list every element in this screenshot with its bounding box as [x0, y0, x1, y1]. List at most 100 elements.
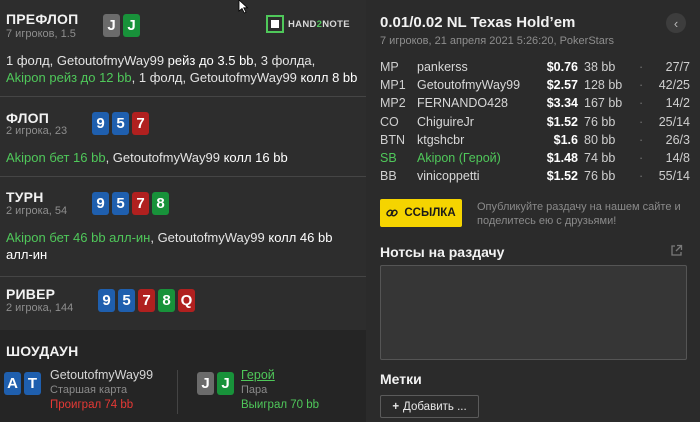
separator: ·: [639, 96, 644, 111]
street-sub: 2 игрока, 54: [6, 205, 68, 217]
player-position: BB: [380, 169, 397, 184]
card: 5: [112, 112, 129, 135]
player-row[interactable]: BTN ktgshcbr $1.6 80 bb · 26/3: [380, 131, 690, 149]
hero-result: Выиграл 70 bb: [241, 399, 320, 411]
hand2note-logo: HAND2NOTE: [266, 15, 350, 33]
board-cards: 9 5 7 8: [92, 192, 169, 215]
card: A: [4, 372, 21, 395]
tags-title: Метки: [380, 371, 422, 387]
player-row[interactable]: SB Akipon (Герой) $1.48 74 bb · 14/8: [380, 149, 690, 167]
street-title: ФЛОП: [6, 110, 49, 126]
street-sub: 2 игрока, 144: [6, 302, 74, 314]
link-icon: [386, 209, 399, 217]
action-text: колл 8 bb: [300, 70, 358, 85]
action-text: , GetoutofmyWay99: [105, 150, 224, 165]
board-cards: 9 5 7: [92, 112, 149, 135]
player-row[interactable]: MP2 FERNANDO428 $3.34 167 bb · 14/2: [380, 94, 690, 112]
street-preflop: ПРЕФЛОП 7 игроков, 1.5 J J HAND2NOTE 1 ф…: [0, 0, 366, 97]
add-tag-button[interactable]: + Добавить ...: [380, 395, 479, 418]
player-stats: 14/2: [665, 96, 690, 111]
separator: ·: [639, 114, 644, 129]
showdown-section: ШОУДАУН A T GetoutofmyWay99 Старшая карт…: [0, 330, 366, 422]
hero-action: Akipon бет 46 bb алл-ин: [6, 230, 151, 245]
player-position: CO: [380, 114, 399, 129]
street-title: ПРЕФЛОП: [6, 11, 79, 27]
player-stack: $1.6: [553, 132, 578, 147]
separator: ·: [639, 132, 644, 147]
street-action: Akipon бет 16 bb, GetoutofmyWay99 колл 1…: [6, 149, 358, 166]
notes-textarea[interactable]: [380, 265, 687, 360]
card: J: [103, 14, 120, 37]
card: 8: [152, 192, 169, 215]
player-row[interactable]: BB vinicoppetti $1.52 76 bb · 55/14: [380, 167, 690, 185]
street-sub: 2 игрока, 23: [6, 125, 68, 137]
player-stack-bb: 76 bb: [584, 114, 616, 129]
player-name: FERNANDO428: [417, 96, 508, 111]
player-position: SB: [380, 151, 397, 166]
notes-external-button[interactable]: [670, 244, 683, 260]
player-stack-bb: 74 bb: [584, 151, 616, 166]
share-link-button[interactable]: ССЫЛКА: [380, 199, 462, 227]
street-action: 1 фолд, GetoutofmyWay99 рейз до 3.5 bb , …: [6, 52, 358, 86]
player-name: ChiguireJr: [417, 114, 474, 129]
hero-cards: J J: [197, 372, 234, 395]
logo-text: NOTE: [322, 18, 350, 30]
players-table: MP pankerss $0.76 38 bb · 27/7 MP1 GetoutofmyWa…: [380, 58, 690, 185]
action-text: , 1 фолд, GetoutofmyWay99: [131, 70, 301, 85]
action-text: , GetoutofmyWay99: [150, 230, 269, 245]
separator: ·: [639, 78, 644, 93]
add-tag-label: Добавить ...: [403, 400, 467, 413]
street-river: РИВЕР 2 игрока, 144 9 5 7 8 Q: [0, 277, 366, 330]
player-position: BTN: [380, 132, 405, 147]
player-stats: 14/8: [665, 151, 690, 166]
player-name: vinicoppetti: [417, 169, 480, 184]
player-stats: 26/3: [665, 132, 690, 147]
player-stack: $1.52: [546, 169, 578, 184]
street-title: ТУРН: [6, 189, 44, 205]
villain-name: GetoutofmyWay99: [50, 368, 154, 382]
hero-info: Герой Пара Выиграл 70 bb: [241, 368, 319, 413]
player-row[interactable]: MP1 GetoutofmyWay99 $2.57 128 bb · 42/25: [380, 76, 690, 94]
street-title: РИВЕР: [6, 286, 56, 302]
card: 8: [158, 289, 175, 312]
showdown-divider: [177, 370, 178, 414]
player-position: MP: [380, 60, 399, 75]
card: 7: [132, 192, 149, 215]
player-stats: 25/14: [658, 114, 690, 129]
cursor-icon: [238, 0, 249, 14]
hand-info-panel: 0.01/0.02 NL Texas Hold’em 7 игроков, 21…: [366, 0, 700, 422]
action-text: колл 16 bb: [223, 150, 288, 165]
player-row[interactable]: MP pankerss $0.76 38 bb · 27/7: [380, 58, 690, 76]
card: 9: [92, 112, 109, 135]
game-subtitle: 7 игроков, 21 апреля 2021 5:26:20, Poker…: [380, 35, 614, 47]
hero-hand: Пара: [241, 384, 268, 396]
player-row[interactable]: CO ChiguireJr $1.52 76 bb · 25/14: [380, 113, 690, 131]
villain-result: Проиграл 74 bb: [50, 399, 134, 411]
hand-history-panel: ПРЕФЛОП 7 игроков, 1.5 J J HAND2NOTE 1 ф…: [0, 0, 366, 422]
logo-text: HAND: [288, 18, 317, 30]
villain-cards: A T: [4, 372, 41, 395]
card: 7: [138, 289, 155, 312]
action-text: рейз до 3.5 bb: [167, 53, 254, 68]
player-name: GetoutofmyWay99: [417, 78, 521, 93]
hero-name[interactable]: Герой: [241, 368, 319, 383]
player-stack-bb: 76 bb: [584, 169, 616, 184]
external-link-icon: [671, 244, 683, 256]
card: 5: [112, 192, 129, 215]
player-stats: 42/25: [658, 78, 690, 93]
card: 9: [92, 192, 109, 215]
card: J: [217, 372, 234, 395]
hand2note-logo-icon: [266, 15, 284, 33]
separator: ·: [639, 60, 644, 75]
card: 9: [98, 289, 115, 312]
hero-action: Akipon бет 16 bb: [6, 150, 106, 165]
player-position: MP1: [380, 78, 406, 93]
card: 5: [118, 289, 135, 312]
card: Q: [178, 289, 195, 312]
back-button[interactable]: ‹: [666, 13, 686, 33]
player-stats: 27/7: [665, 60, 690, 75]
notes-title: Нотсы на раздачу: [380, 244, 505, 260]
action-text: 1 фолд, GetoutofmyWay99: [6, 53, 168, 68]
card: J: [123, 14, 140, 37]
villain-hand: Старшая карта: [50, 384, 128, 396]
